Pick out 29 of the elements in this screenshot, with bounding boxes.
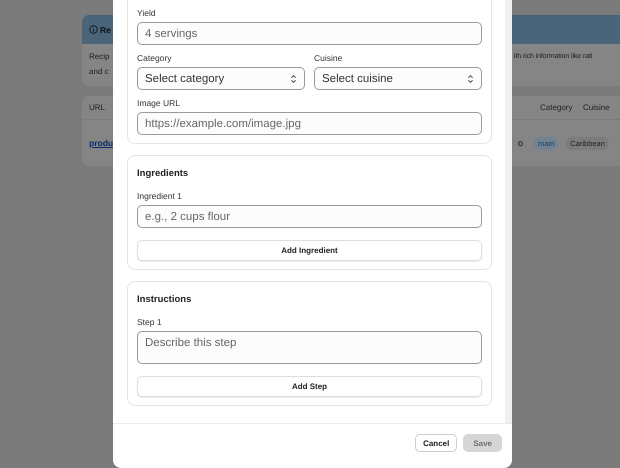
section-title: Instructions bbox=[137, 294, 192, 305]
add-button[interactable]: Add Step bbox=[137, 376, 482, 397]
url-link[interactable]: produ bbox=[89, 138, 114, 148]
field-label: Ingredient 1 bbox=[137, 191, 183, 201]
banner-title: Re bbox=[100, 24, 111, 34]
field-label: Image URL bbox=[137, 98, 181, 108]
table-cell-text: o bbox=[517, 138, 524, 148]
section-title: Ingredients bbox=[137, 168, 190, 179]
textarea-field[interactable]: Describe this step bbox=[137, 331, 482, 364]
field-label: Category bbox=[137, 53, 172, 63]
banner-text: and c bbox=[89, 66, 109, 78]
chevron-updown-icon bbox=[467, 74, 474, 84]
chevron-updown-icon bbox=[290, 74, 297, 84]
field-label: Cuisine bbox=[314, 53, 344, 63]
field-label: Step 1 bbox=[137, 317, 163, 327]
field-label: Yield bbox=[137, 8, 157, 18]
footer-button[interactable]: Cancel bbox=[415, 434, 458, 452]
input-field[interactable]: e.g., 2 cups flour bbox=[137, 205, 482, 228]
info-icon bbox=[89, 25, 98, 34]
banner-text: Recip bbox=[89, 51, 110, 63]
select-dropdown[interactable]: Select cuisine bbox=[314, 67, 482, 90]
column-header: URL bbox=[89, 103, 106, 112]
column-header: Cuisine bbox=[583, 103, 610, 112]
select-dropdown[interactable]: Select category bbox=[137, 67, 305, 90]
input-field[interactable]: https://example.com/image.jpg bbox=[137, 112, 482, 135]
input-field[interactable]: 4 servings bbox=[137, 22, 482, 45]
scrollbar[interactable] bbox=[505, 0, 512, 423]
add-button[interactable]: Add Ingredient bbox=[137, 240, 482, 261]
column-header: Category bbox=[540, 103, 574, 112]
